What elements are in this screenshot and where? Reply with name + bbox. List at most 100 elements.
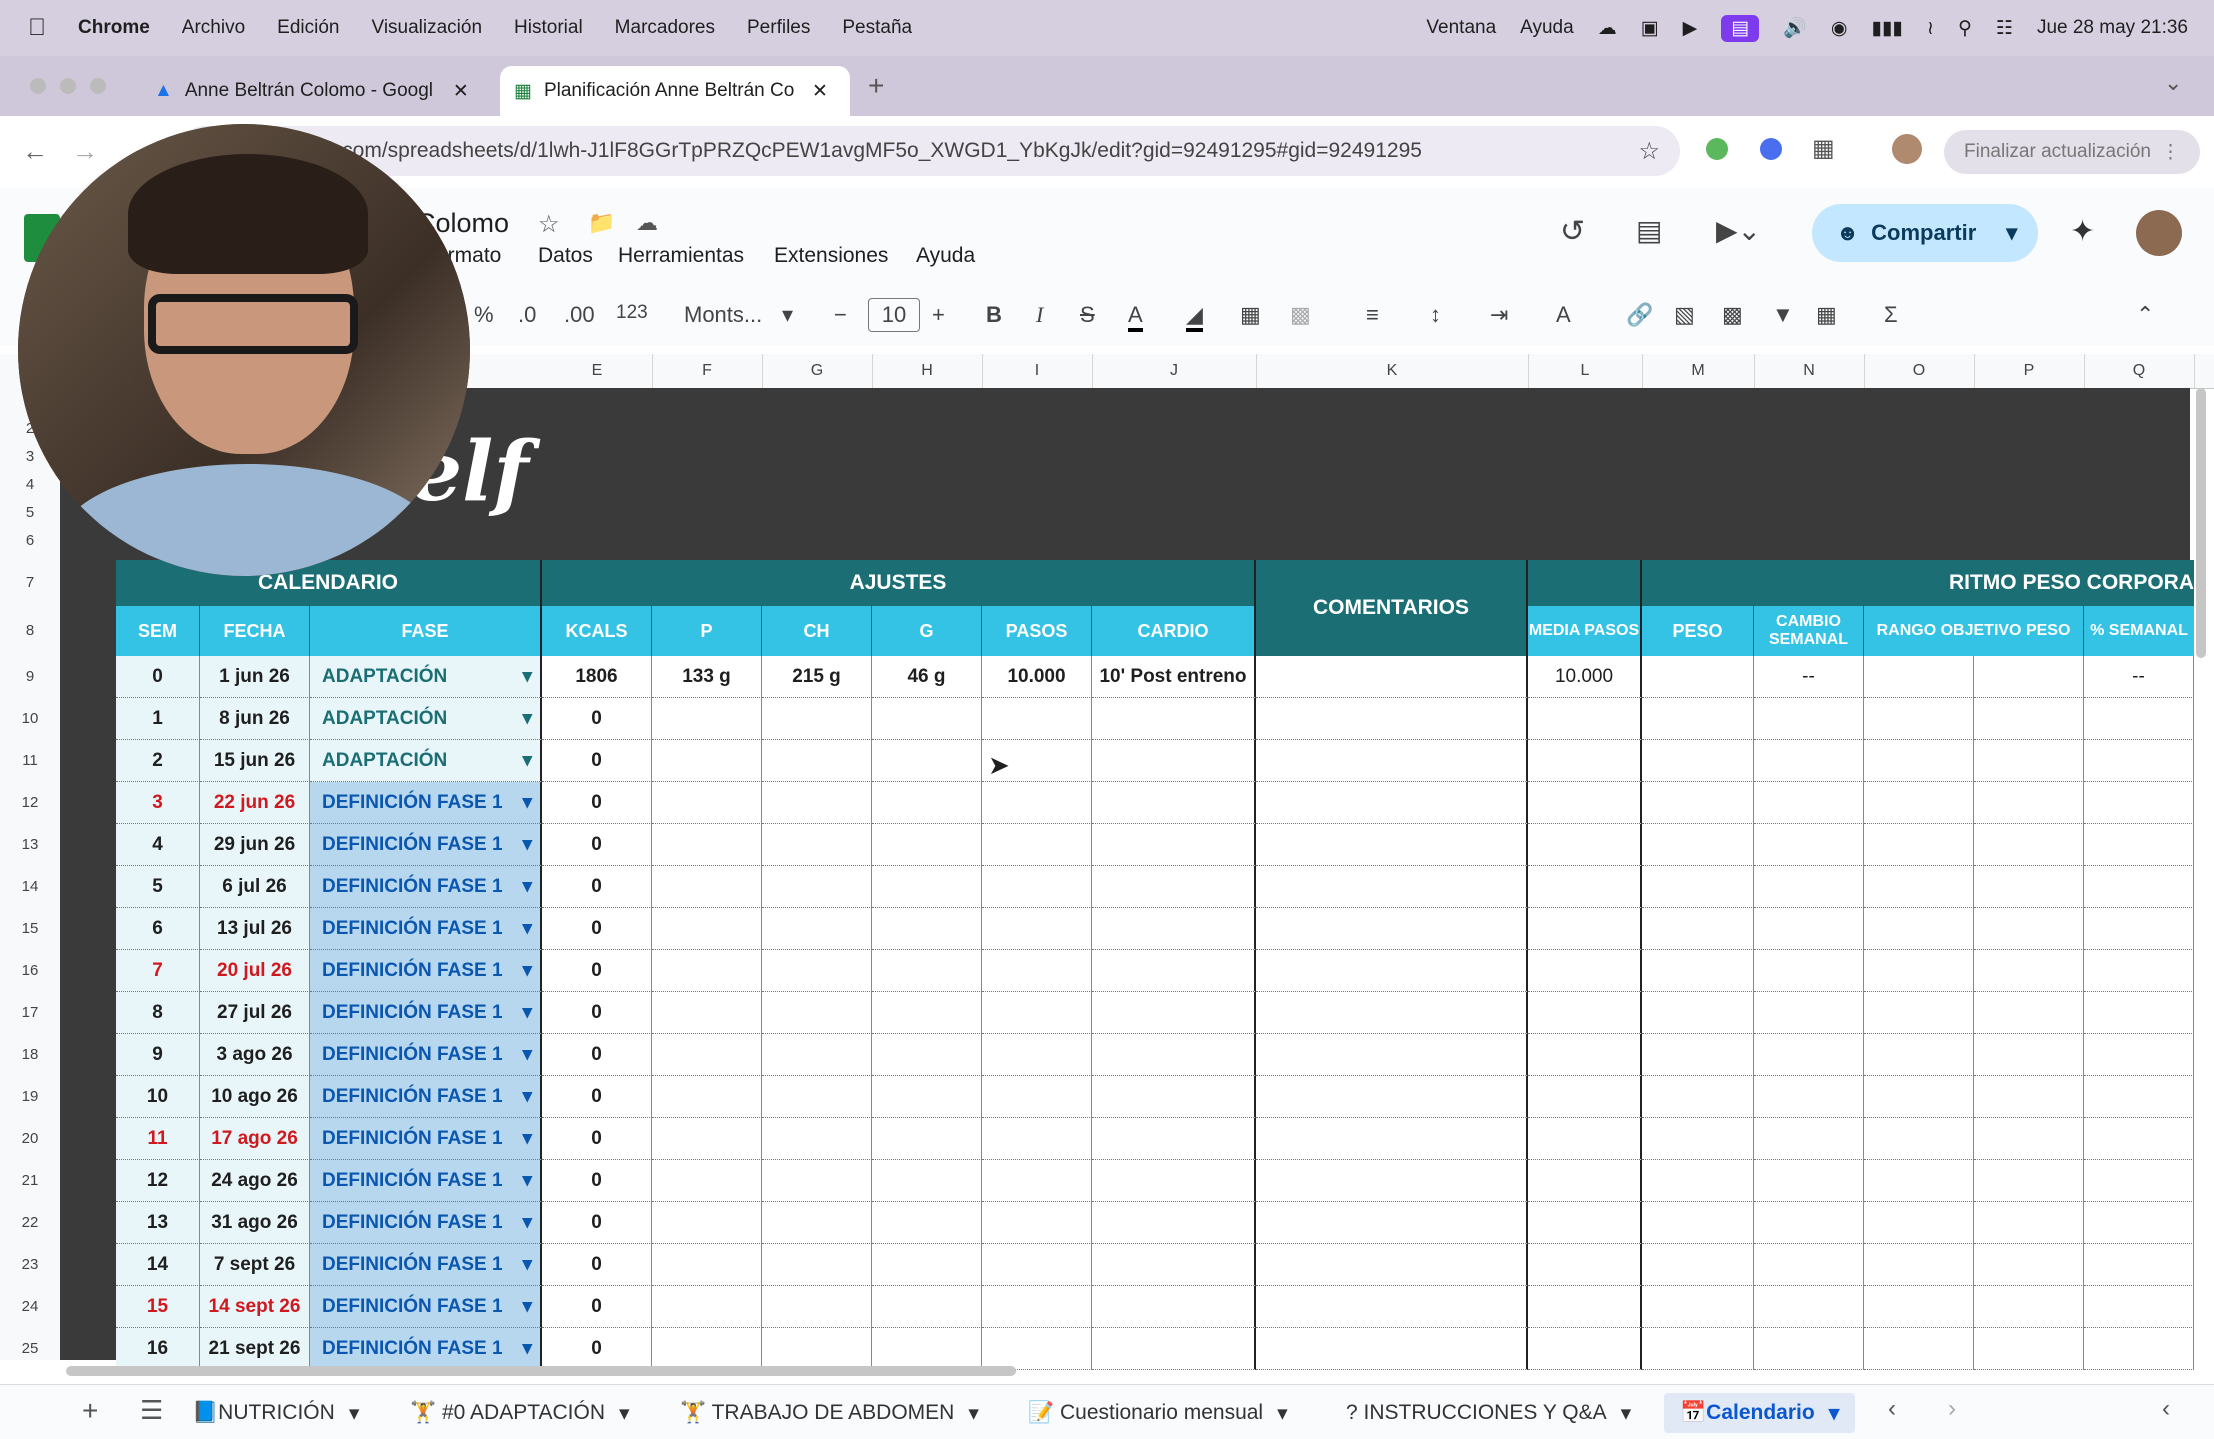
cell-kcals[interactable]: 1806 <box>542 656 652 698</box>
cell-rango1[interactable] <box>1864 782 1974 824</box>
cell-media[interactable] <box>1528 1328 1642 1370</box>
decrease-decimal-button[interactable]: .0 <box>518 302 536 328</box>
cell-cambio[interactable] <box>1754 1160 1864 1202</box>
cell-g[interactable]: 46 g <box>872 656 982 698</box>
cell-kcals[interactable]: 0 <box>542 782 652 824</box>
cell-coment[interactable] <box>1256 1286 1528 1328</box>
close-icon[interactable]: ✕ <box>453 80 469 103</box>
dropdown-arrow-icon[interactable]: ▾ <box>522 1253 532 1276</box>
col-header-m[interactable]: M <box>1642 354 1755 388</box>
row-header[interactable]: 22 <box>0 1214 60 1231</box>
dropdown-arrow-icon[interactable]: ▾ <box>522 959 532 982</box>
cell-coment[interactable] <box>1256 1160 1528 1202</box>
rotate-text-icon[interactable]: A <box>1556 302 1571 328</box>
cell-peso[interactable] <box>1642 1118 1754 1160</box>
cell-pct[interactable] <box>2084 992 2194 1034</box>
cell-g[interactable] <box>872 908 982 950</box>
cell-rango1[interactable] <box>1864 866 1974 908</box>
sheet-tab-abdomen[interactable]: 🏋 TRABAJO DE ABDOMEN ▾ <box>680 1393 979 1433</box>
cell-cardio[interactable] <box>1092 1328 1256 1370</box>
cell-rango1[interactable] <box>1864 1118 1974 1160</box>
chevron-down-icon[interactable]: ▾ <box>619 1401 630 1426</box>
cell-p[interactable] <box>652 824 762 866</box>
cell-kcals[interactable]: 0 <box>542 824 652 866</box>
scroll-tabs-right-icon[interactable]: › <box>1948 1395 1956 1423</box>
cell-ch[interactable] <box>762 1202 872 1244</box>
cell-sem[interactable]: 9 <box>116 1034 200 1076</box>
dropdown-arrow-icon[interactable]: ▾ <box>522 1295 532 1318</box>
cell-pct[interactable] <box>2084 824 2194 866</box>
cell-pct[interactable] <box>2084 740 2194 782</box>
cell-g[interactable] <box>872 740 982 782</box>
cell-p[interactable] <box>652 698 762 740</box>
cell-cambio[interactable] <box>1754 824 1864 866</box>
merge-cells-icon[interactable]: ▩ <box>1290 302 1311 328</box>
row-header[interactable]: 11 <box>0 752 60 769</box>
extensions-icon[interactable]: ▦ <box>1812 134 1835 163</box>
cell-fecha[interactable]: 21 sept 26 <box>200 1328 310 1370</box>
cell-cambio[interactable] <box>1754 1034 1864 1076</box>
menu-perfiles[interactable]: Perfiles <box>747 17 810 39</box>
cell-kcals[interactable]: 0 <box>542 1286 652 1328</box>
cell-fecha[interactable]: 13 jul 26 <box>200 908 310 950</box>
cell-kcals[interactable]: 0 <box>542 1034 652 1076</box>
cell-fecha[interactable]: 6 jul 26 <box>200 866 310 908</box>
col-header-k[interactable]: K <box>1256 354 1529 388</box>
cell-cardio[interactable] <box>1092 1244 1256 1286</box>
cell-ch[interactable] <box>762 908 872 950</box>
cell-peso[interactable] <box>1642 1244 1754 1286</box>
cell-rango1[interactable] <box>1864 1034 1974 1076</box>
cell-rango1[interactable] <box>1864 1202 1974 1244</box>
cell-p[interactable]: 133 g <box>652 656 762 698</box>
cell-rango1[interactable] <box>1864 656 1974 698</box>
cell-ch[interactable] <box>762 1118 872 1160</box>
menu-ayuda[interactable]: Ayuda <box>1520 17 1574 39</box>
dropdown-arrow-icon[interactable]: ▾ <box>522 917 532 940</box>
cell-pct[interactable] <box>2084 1328 2194 1370</box>
cell-coment[interactable] <box>1256 1034 1528 1076</box>
col-header-f[interactable]: F <box>652 354 763 388</box>
cell-coment[interactable] <box>1256 1076 1528 1118</box>
cell-cambio[interactable] <box>1754 782 1864 824</box>
horizontal-scrollbar[interactable] <box>66 1366 1016 1376</box>
table-view-icon[interactable]: ▦ <box>1816 302 1837 328</box>
cell-g[interactable] <box>872 1160 982 1202</box>
link-icon[interactable]: 🔗 <box>1626 302 1653 328</box>
cell-kcals[interactable]: 0 <box>542 992 652 1034</box>
cell-g[interactable] <box>872 992 982 1034</box>
cell-peso[interactable] <box>1642 908 1754 950</box>
fill-color-icon[interactable]: ◢ <box>1186 302 1203 332</box>
dropdown-arrow-icon[interactable]: ▾ <box>522 749 532 772</box>
cell-coment[interactable] <box>1256 740 1528 782</box>
cell-ch[interactable] <box>762 698 872 740</box>
cell-g[interactable] <box>872 950 982 992</box>
cell-cardio[interactable] <box>1092 1034 1256 1076</box>
cell-cambio[interactable]: -- <box>1754 656 1864 698</box>
menu-historial[interactable]: Historial <box>514 17 583 39</box>
sheet-tab-nutricion[interactable]: 📘NUTRICIÓN ▾ <box>192 1393 359 1433</box>
cell-cardio[interactable] <box>1092 1202 1256 1244</box>
cell-g[interactable] <box>872 782 982 824</box>
cell-kcals[interactable]: 0 <box>542 1160 652 1202</box>
cell-fecha[interactable]: 29 jun 26 <box>200 824 310 866</box>
font-size-input[interactable]: 10 <box>868 298 920 332</box>
cell-fecha[interactable]: 17 ago 26 <box>200 1118 310 1160</box>
gemini-icon[interactable]: ✦ <box>2070 214 2095 249</box>
cell-p[interactable] <box>652 1160 762 1202</box>
cell-media[interactable] <box>1528 1286 1642 1328</box>
cell-rango1[interactable] <box>1864 1076 1974 1118</box>
cell-pct[interactable] <box>2084 1244 2194 1286</box>
cell-ch[interactable] <box>762 824 872 866</box>
cell-pct[interactable] <box>2084 866 2194 908</box>
cell-fase[interactable]: DEFINICIÓN FASE 1 ▾ <box>310 1076 542 1118</box>
cell-rango2[interactable] <box>1974 698 2084 740</box>
cell-cambio[interactable] <box>1754 992 1864 1034</box>
vertical-scrollbar[interactable] <box>2196 388 2206 658</box>
font-dropdown-icon[interactable]: ▾ <box>782 302 793 328</box>
cell-peso[interactable] <box>1642 782 1754 824</box>
cell-cardio[interactable] <box>1092 1160 1256 1202</box>
cell-fecha[interactable]: 7 sept 26 <box>200 1244 310 1286</box>
cell-fecha[interactable]: 31 ago 26 <box>200 1202 310 1244</box>
col-header-o[interactable]: O <box>1864 354 1975 388</box>
cell-pct[interactable] <box>2084 1286 2194 1328</box>
